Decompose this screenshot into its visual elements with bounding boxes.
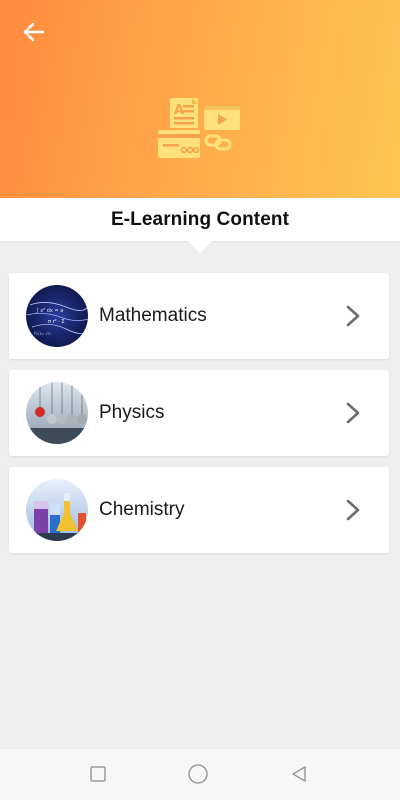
svg-text:π r² · Σ: π r² · Σ xyxy=(48,319,65,325)
page-title: E-Learning Content xyxy=(110,208,290,230)
recent-apps-button[interactable] xyxy=(87,763,109,785)
title-pointer xyxy=(188,241,212,253)
subject-item-mathematics[interactable]: ∫ x² dx = a π r² · Σ f(x)= √n Mathematic… xyxy=(9,273,389,359)
mathematics-thumbnail: ∫ x² dx = a π r² · Σ f(x)= √n xyxy=(26,285,88,347)
svg-text:f(x)= √n: f(x)= √n xyxy=(34,331,51,336)
chevron-right-icon xyxy=(341,498,365,522)
back-button[interactable] xyxy=(18,16,50,48)
screen: A E-Learning Content ∫ x² dx = a π r² · … xyxy=(0,0,400,800)
home-button[interactable] xyxy=(187,763,209,785)
subject-item-chemistry[interactable]: Chemistry xyxy=(9,467,389,553)
header-banner: A xyxy=(0,0,400,198)
svg-text:∫ x² dx = a: ∫ x² dx = a xyxy=(36,308,63,314)
square-icon xyxy=(90,766,106,782)
circle-icon xyxy=(188,764,208,784)
system-back-button[interactable] xyxy=(288,763,310,785)
chevron-right-icon xyxy=(341,304,365,328)
subject-list: ∫ x² dx = a π r² · Σ f(x)= √n Mathematic… xyxy=(9,273,389,564)
arrow-left-icon xyxy=(23,22,45,42)
e-learning-content-icon: A xyxy=(158,98,240,158)
title-bar: E-Learning Content xyxy=(0,198,400,241)
physics-thumbnail xyxy=(26,382,88,444)
subject-item-physics[interactable]: Physics xyxy=(9,370,389,456)
chemistry-thumbnail xyxy=(26,479,88,541)
triangle-back-icon xyxy=(292,766,306,782)
subject-label: Physics xyxy=(99,402,165,423)
chevron-right-icon xyxy=(341,401,365,425)
system-navigation-bar xyxy=(0,749,400,800)
subject-label: Mathematics xyxy=(99,305,207,326)
svg-text:A: A xyxy=(174,103,184,118)
subject-label: Chemistry xyxy=(99,499,185,520)
